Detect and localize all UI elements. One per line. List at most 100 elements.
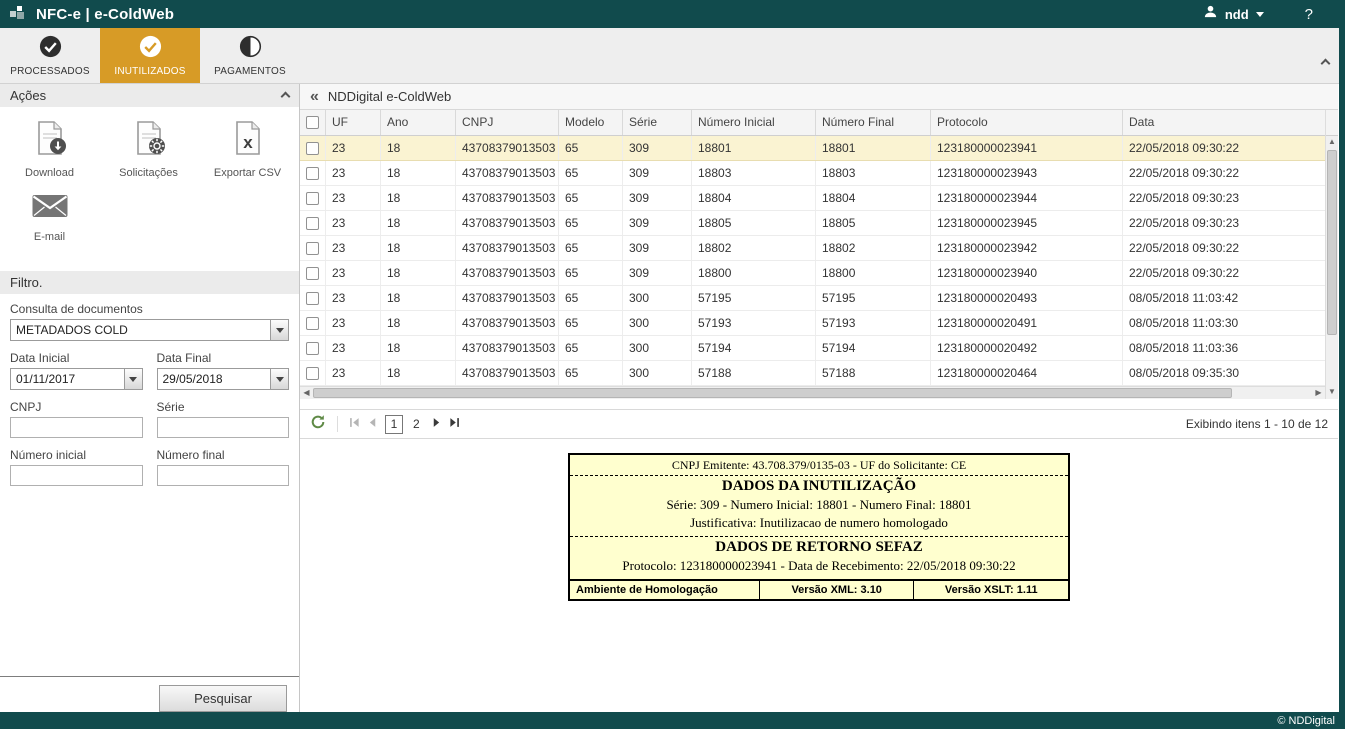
app-title: NFC-e | e-ColdWeb	[36, 6, 174, 23]
pesquisar-button[interactable]: Pesquisar	[159, 685, 287, 712]
vscroll-thumb[interactable]	[1327, 150, 1337, 335]
solicitacoes-button[interactable]: Solicitações	[99, 119, 198, 179]
column-header[interactable]: Número Final	[816, 110, 931, 135]
sidebar-collapse-icon[interactable]: «	[310, 89, 319, 105]
data-final-select[interactable]: 29/05/2018	[157, 368, 290, 390]
toolbar-collapse-button[interactable]	[1322, 54, 1329, 72]
row-checkbox-cell	[300, 161, 326, 185]
svg-text:x: x	[243, 133, 253, 152]
row-checkbox[interactable]	[306, 367, 319, 380]
numero-inicial-field[interactable]	[10, 465, 143, 486]
column-header[interactable]: Data	[1123, 110, 1325, 135]
doc-justificativa-line: Justificativa: Inutilizacao de numero ho…	[570, 514, 1068, 537]
consulta-select[interactable]: METADADOS COLD	[10, 319, 289, 341]
row-checkbox[interactable]	[306, 317, 319, 330]
table-row[interactable]: 2318437083790135036530057193571931231800…	[300, 311, 1325, 336]
pagination-bar: 12 Exibindo itens 1 - 10 de 12	[300, 409, 1338, 439]
first-page-button[interactable]	[349, 415, 360, 433]
table-cell: 57195	[692, 286, 816, 310]
email-button[interactable]: E-mail	[0, 191, 99, 243]
table-cell: 309	[623, 186, 692, 210]
tab-pagamentos[interactable]: PAGAMENTOS	[200, 28, 300, 83]
user-menu-caret-icon[interactable]	[1256, 12, 1264, 17]
next-page-button[interactable]	[431, 415, 442, 433]
actions-collapse-button[interactable]	[282, 88, 289, 103]
table-cell: 123180000023941	[931, 136, 1123, 160]
table-row[interactable]: 2318437083790135036530057188571881231800…	[300, 361, 1325, 386]
table-cell: 18	[381, 261, 456, 285]
exportar-csv-button[interactable]: x Exportar CSV	[198, 119, 297, 179]
data-inicial-select[interactable]: 01/11/2017	[10, 368, 143, 390]
actions-body: Download	[0, 107, 299, 271]
column-header[interactable]: Modelo	[559, 110, 623, 135]
row-checkbox[interactable]	[306, 242, 319, 255]
table-cell: 43708379013503	[456, 311, 559, 335]
table-cell: 18	[381, 211, 456, 235]
row-checkbox[interactable]	[306, 342, 319, 355]
table-cell: 18804	[816, 186, 931, 210]
scroll-up-icon[interactable]: ▲	[1326, 136, 1338, 149]
data-final-dropdown-icon[interactable]	[270, 369, 288, 389]
table-cell: 18800	[816, 261, 931, 285]
solicitacoes-label: Solicitações	[119, 167, 178, 179]
page-button-1[interactable]: 1	[385, 415, 403, 434]
serie-field[interactable]	[157, 417, 290, 438]
column-header[interactable]: Protocolo	[931, 110, 1123, 135]
last-page-button[interactable]	[449, 415, 460, 433]
table-row[interactable]: 2318437083790135036530918805188051231800…	[300, 211, 1325, 236]
table-row[interactable]: 2318437083790135036530918801188011231800…	[300, 136, 1325, 161]
vertical-scrollbar[interactable]: ▲ ▼	[1325, 110, 1338, 399]
row-checkbox[interactable]	[306, 167, 319, 180]
row-checkbox[interactable]	[306, 217, 319, 230]
scroll-left-icon[interactable]: ◀	[300, 387, 313, 399]
prev-page-button[interactable]	[367, 415, 378, 433]
data-inicial-dropdown-icon[interactable]	[124, 369, 142, 389]
table-cell: 23	[326, 311, 381, 335]
row-checkbox[interactable]	[306, 292, 319, 305]
tab-processados[interactable]: PROCESSADOS	[0, 28, 100, 83]
column-header[interactable]: UF	[326, 110, 381, 135]
table-cell: 43708379013503	[456, 336, 559, 360]
scroll-right-icon[interactable]: ▶	[1312, 387, 1325, 399]
column-header[interactable]: Ano	[381, 110, 456, 135]
table-row[interactable]: 2318437083790135036530918803188031231800…	[300, 161, 1325, 186]
table-row[interactable]: 2318437083790135036530918802188021231800…	[300, 236, 1325, 261]
table-cell: 309	[623, 261, 692, 285]
cnpj-field[interactable]	[10, 417, 143, 438]
statusbar: © NDDigital	[0, 712, 1345, 729]
table-cell: 123180000020492	[931, 336, 1123, 360]
data-final-value: 29/05/2018	[163, 372, 223, 386]
column-header[interactable]: Número Inicial	[692, 110, 816, 135]
numero-final-field[interactable]	[157, 465, 290, 486]
download-button[interactable]: Download	[0, 119, 99, 179]
row-checkbox[interactable]	[306, 192, 319, 205]
tab-inutilizados[interactable]: INUTILIZADOS	[100, 28, 200, 83]
horizontal-scrollbar[interactable]: ◀ ▶	[300, 386, 1325, 399]
table-cell: 123180000020464	[931, 361, 1123, 385]
user-menu[interactable]: ndd	[1225, 7, 1249, 22]
main-panel: « NDDigital e-ColdWeb UFAnoCNPJModeloSér…	[300, 84, 1345, 712]
table-row[interactable]: 2318437083790135036530918804188041231800…	[300, 186, 1325, 211]
row-checkbox[interactable]	[306, 267, 319, 280]
scroll-down-icon[interactable]: ▼	[1326, 386, 1338, 399]
column-header[interactable]: Série	[623, 110, 692, 135]
sidebar-bottom: Pesquisar	[0, 676, 299, 712]
numero-inicial-label: Número inicial	[10, 448, 143, 462]
table-cell: 18800	[692, 261, 816, 285]
exportar-csv-label: Exportar CSV	[214, 167, 281, 179]
page-button-2[interactable]: 2	[409, 416, 424, 433]
row-checkbox[interactable]	[306, 142, 319, 155]
select-all-checkbox[interactable]	[306, 116, 319, 129]
divider	[337, 416, 338, 432]
table-row[interactable]: 2318437083790135036530057194571941231800…	[300, 336, 1325, 361]
column-header[interactable]: CNPJ	[456, 110, 559, 135]
consulta-dropdown-icon[interactable]	[270, 320, 288, 340]
doc-inutilizacao-title: DADOS DA INUTILIZAÇÃO	[570, 476, 1068, 496]
table-row[interactable]: 2318437083790135036530057195571951231800…	[300, 286, 1325, 311]
app-window: NFC-e | e-ColdWeb ndd ? PROCESSADOS	[0, 0, 1345, 729]
table-cell: 18	[381, 161, 456, 185]
table-row[interactable]: 2318437083790135036530918800188001231800…	[300, 261, 1325, 286]
hscroll-thumb[interactable]	[313, 388, 1232, 398]
help-button[interactable]: ?	[1305, 6, 1313, 23]
refresh-button[interactable]	[310, 414, 326, 435]
